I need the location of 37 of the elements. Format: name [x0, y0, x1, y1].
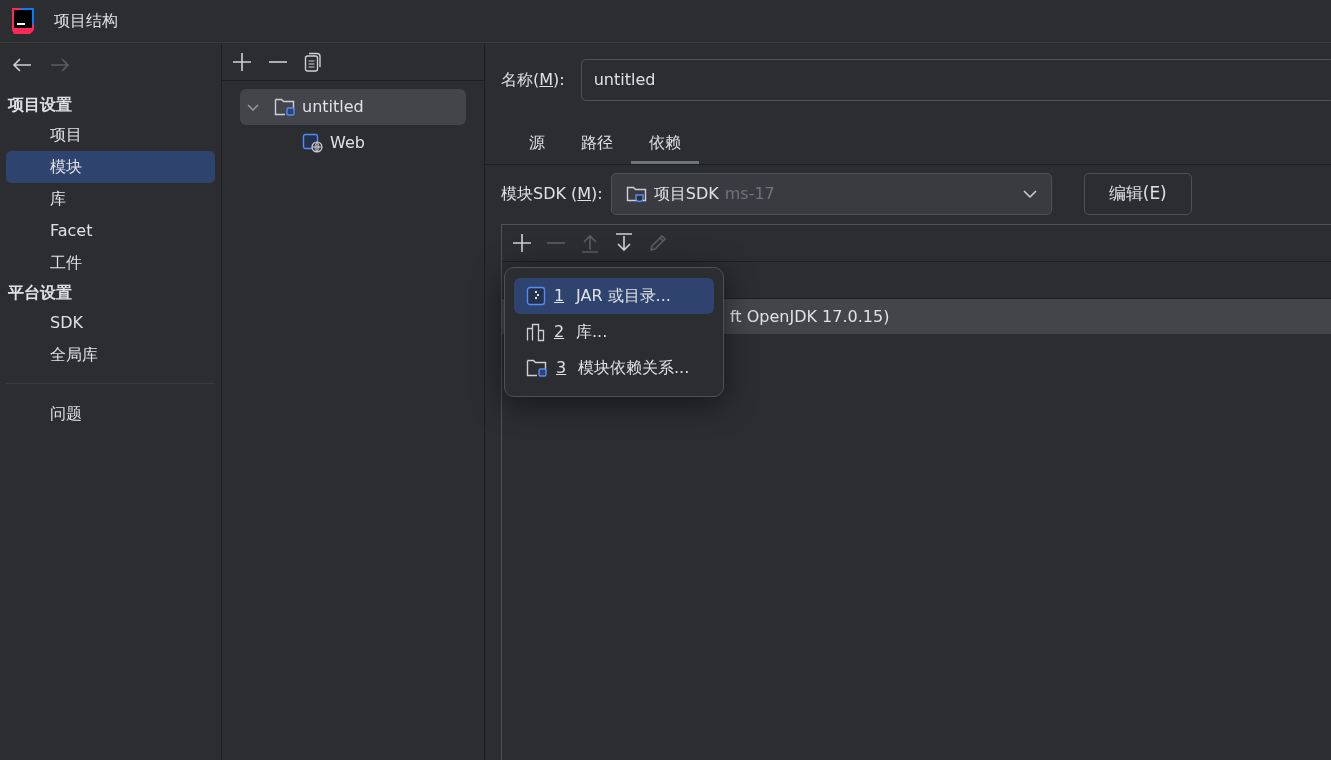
- copy-icon[interactable]: [304, 51, 322, 72]
- folder-module-icon: [526, 358, 548, 378]
- folder-module-icon: [274, 97, 296, 117]
- tree-item[interactable]: Web: [240, 125, 466, 161]
- sidebar-item[interactable]: 问题: [6, 398, 215, 430]
- arrow-down-icon[interactable]: [614, 233, 634, 253]
- archive-icon: [526, 286, 546, 306]
- section-heading: 平台设置: [7, 282, 73, 304]
- tab[interactable]: 路径: [563, 127, 631, 164]
- menu-item[interactable]: 3 模块依赖关系...: [514, 350, 714, 386]
- sidebar-item[interactable]: 库: [6, 183, 215, 215]
- add-icon[interactable]: [232, 51, 252, 72]
- folder-cup-icon: [625, 184, 648, 204]
- edit-button[interactable]: 编辑(E): [1083, 173, 1192, 215]
- chevron-down-icon: [1022, 189, 1037, 199]
- section-heading: 项目设置: [6, 94, 73, 116]
- sidebar-item[interactable]: 全局库: [6, 339, 215, 371]
- web-module-icon: [302, 133, 324, 153]
- window-title: 项目结构: [54, 10, 118, 32]
- sidebar-item[interactable]: SDK: [6, 307, 215, 339]
- tab[interactable]: 源: [511, 127, 563, 164]
- sidebar-item[interactable]: 工件: [6, 247, 215, 279]
- library-icon: [526, 322, 546, 342]
- sdk-dropdown[interactable]: 项目SDK ms-17: [610, 173, 1052, 215]
- sidebar-item[interactable]: 项目: [6, 119, 215, 151]
- sdk-label: 模块SDK (M):: [501, 183, 603, 205]
- name-input-field[interactable]: untitled: [580, 59, 1331, 101]
- menu-item[interactable]: 1 JAR 或目录...: [514, 278, 714, 314]
- name-label: 名称(M):: [501, 69, 565, 91]
- sidebar-item[interactable]: 模块: [6, 151, 215, 183]
- app-logo-icon: [10, 8, 36, 34]
- tab[interactable]: 依赖: [631, 127, 699, 164]
- back-arrow-icon[interactable]: [12, 57, 32, 73]
- add-icon[interactable]: [512, 233, 532, 253]
- table-cell-text: ft OpenJDK 17.0.15): [730, 305, 890, 328]
- tree-item[interactable]: untitled: [240, 89, 466, 125]
- sidebar-item[interactable]: Facet: [6, 215, 215, 247]
